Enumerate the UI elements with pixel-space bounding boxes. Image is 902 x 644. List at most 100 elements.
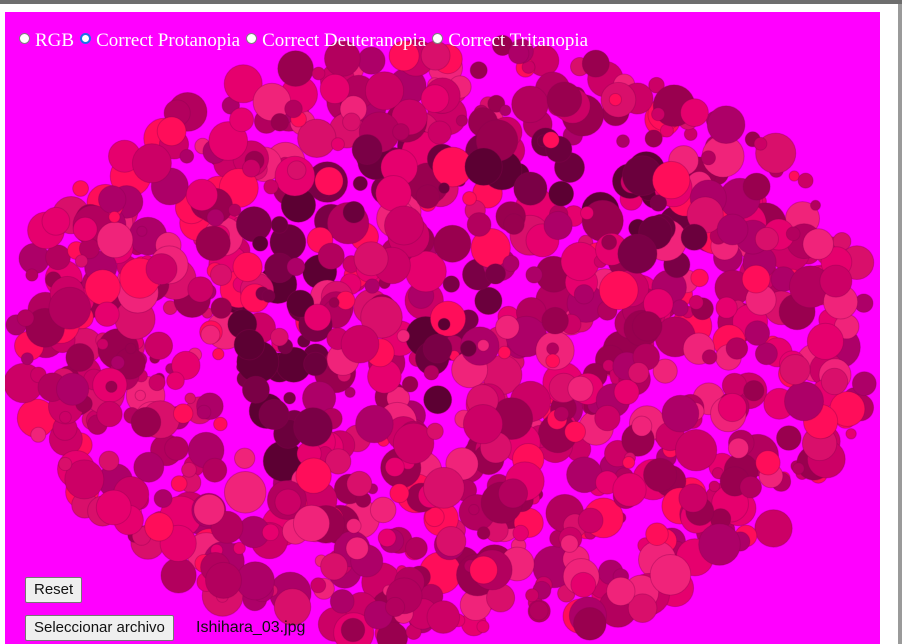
plate-dot	[477, 339, 490, 352]
plate-dot	[364, 71, 405, 111]
plate-dot	[303, 303, 332, 332]
plate-dot	[484, 263, 507, 285]
plate-dot	[160, 557, 197, 594]
radio-button-rgb[interactable]	[19, 33, 30, 44]
plate-dot	[820, 367, 849, 396]
plate-dot	[680, 98, 709, 127]
plate-dot	[469, 61, 488, 80]
plate-dot	[671, 299, 689, 317]
plate-dot	[754, 509, 793, 548]
plate-dot	[369, 496, 397, 524]
plate-dot	[319, 73, 351, 105]
plate-dot	[72, 180, 89, 197]
plate-dot	[179, 148, 195, 164]
radio-button-tritanopia[interactable]	[432, 33, 444, 44]
plate-dot	[423, 364, 440, 381]
reset-button[interactable]: Reset	[25, 577, 83, 603]
plate-dot	[144, 331, 174, 361]
plate-dot	[545, 353, 561, 369]
plate-dot	[560, 241, 600, 282]
plate-dot	[202, 457, 228, 483]
plate-dot	[716, 213, 749, 246]
plate-dot	[438, 182, 450, 195]
plate-dot	[124, 342, 137, 355]
plate-dot	[352, 175, 368, 192]
plate-dot	[84, 269, 121, 306]
plate-dot	[210, 263, 233, 286]
plate-dot	[185, 178, 219, 212]
plate-dot	[779, 354, 811, 386]
plate-dot	[727, 437, 750, 459]
plate-dot	[476, 620, 490, 634]
plate-dot	[187, 276, 214, 303]
plate-dot	[342, 200, 366, 224]
plate-dot	[573, 607, 607, 641]
plate-dot	[314, 166, 344, 196]
plate-dot	[213, 416, 228, 432]
plate-dot	[328, 297, 340, 308]
plate-dot	[59, 410, 72, 424]
plate-dot	[528, 600, 549, 621]
plate-dot	[342, 112, 361, 132]
plate-dot	[392, 123, 410, 141]
plate-dot	[598, 270, 639, 311]
plate-dot	[744, 320, 771, 346]
plate-dot	[153, 489, 173, 508]
plate-dot	[96, 400, 123, 428]
plate-dot	[415, 184, 441, 209]
mode-label-protanopia: Correct Protanopia	[96, 30, 241, 51]
plate-dot	[340, 617, 366, 643]
plate-dot	[258, 398, 290, 431]
plate-dot	[698, 523, 741, 566]
plate-dot	[229, 107, 255, 133]
plate-dot	[435, 526, 467, 557]
plate-dot	[680, 223, 708, 251]
plate-dot	[286, 257, 306, 277]
plate-dot	[511, 85, 549, 124]
plate-dot	[48, 286, 92, 330]
plate-dot	[232, 251, 263, 283]
plate-dot	[743, 380, 765, 402]
plate-dot	[606, 576, 636, 607]
choose-file-button[interactable]: Seleccionar archivo	[25, 615, 174, 641]
plate-dot	[377, 528, 397, 548]
plate-dot	[645, 522, 669, 547]
plate-dot	[553, 406, 570, 422]
plate-dot	[384, 205, 424, 246]
plate-dot	[546, 81, 583, 118]
plate-dot	[622, 456, 636, 469]
plate-dot	[525, 266, 543, 284]
plate-dot	[462, 404, 504, 445]
plate-dot	[270, 113, 290, 132]
mode-option-rgb[interactable]: RGB	[19, 30, 74, 52]
plate-dot	[797, 172, 814, 189]
mode-option-deuteranopia[interactable]: Correct Deuteranopia	[246, 30, 426, 52]
plate-dot	[616, 134, 630, 149]
plate-dot	[270, 327, 289, 347]
mode-option-protanopia[interactable]: Correct Protanopia	[80, 30, 240, 52]
plate-dot	[543, 210, 573, 241]
radio-button-protanopia[interactable]	[80, 33, 92, 44]
plate-dot	[476, 526, 491, 540]
radio-button-deuteranopia[interactable]	[246, 33, 258, 44]
plate-dot	[252, 235, 269, 252]
mode-label-deuteranopia: Correct Deuteranopia	[262, 30, 427, 51]
plate-dot	[802, 228, 835, 260]
plate-dot	[385, 596, 406, 618]
plate-dot	[776, 425, 802, 451]
mode-label-tritanopia: Correct Tritanopia	[448, 30, 589, 51]
plate-dot	[166, 371, 185, 391]
plate-dot	[384, 457, 405, 477]
selected-file-name: Ishihara_03.jpg	[196, 619, 306, 636]
plate-dot	[329, 589, 355, 614]
plate-dot	[74, 254, 89, 268]
plate-dot	[464, 147, 503, 186]
scrollbar-edge	[898, 4, 902, 644]
plate-dot	[546, 342, 560, 356]
plate-dot	[173, 403, 194, 424]
plate-dot	[96, 221, 134, 259]
plate-dot	[423, 466, 465, 509]
mode-option-tritanopia[interactable]: Correct Tritanopia	[432, 30, 588, 52]
plate-dot	[643, 457, 678, 492]
plate-dot	[108, 210, 121, 224]
